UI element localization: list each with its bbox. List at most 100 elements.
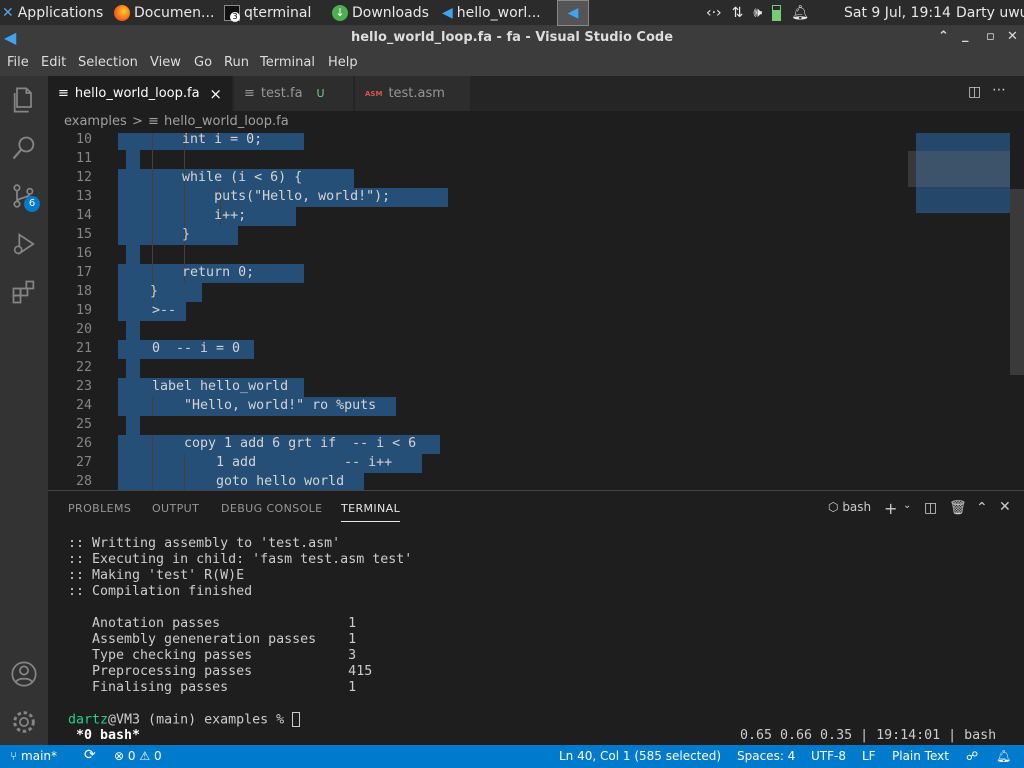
search-icon[interactable] [10,134,38,162]
taskbar-vscode-active[interactable]: ◀ [557,0,589,26]
window-titlebar: ◀ hello_world_loop.fa - fa - Visual Stud… [0,26,1024,50]
notifications-bell-icon[interactable]: 🔔︎ [996,749,1011,763]
cursor-position[interactable]: Ln 40, Col 1 (585 selected) [559,749,721,763]
firefox-icon [114,5,130,21]
close-tab-icon[interactable]: × [209,85,222,103]
code-line: 25 [48,416,908,435]
tab-hello-world-loop[interactable]: ≡ hello_world_loop.fa × [48,76,233,111]
window-close-icon[interactable]: ✕ [1007,29,1018,44]
end-of-line[interactable]: LF [862,749,876,763]
code-line: 15 } [48,226,908,245]
panel-tab-output[interactable]: OUTPUT [152,502,199,515]
language-mode[interactable]: Plain Text [892,749,949,763]
menu-run[interactable]: Run [224,55,249,70]
notification-bell-icon[interactable]: 🔔︎ [791,5,809,21]
terminal-line: Preprocessing passes 415 [76,664,373,679]
panel-tab-terminal[interactable]: TERMINAL [341,502,401,522]
minimap[interactable] [908,133,1010,213]
code-editor[interactable]: 10 int i = 0; 11 12 while (i < 6) { 13 p… [48,133,1024,490]
source-control-button[interactable]: 6 [10,182,40,212]
git-branch[interactable]: ⑂ main* [10,749,57,763]
panel-tab-debug-console[interactable]: DEBUG CONSOLE [221,502,323,515]
terminal-line: :: Making 'test' R(W)E [68,568,245,583]
menu-go[interactable]: Go [194,55,212,70]
split-terminal-icon[interactable]: ◫ [924,500,937,516]
new-terminal-icon[interactable]: + [884,499,897,518]
tab-label: test.fa [260,86,303,101]
split-editor-icon[interactable]: ◫ [968,84,981,100]
status-bar: ⑂ main* ⟳ ⊗ 0 ⚠ 0 Ln 40, Col 1 (585 sele… [0,745,1024,768]
minimap-viewport[interactable] [908,151,1010,187]
user-name[interactable]: Darty uwu [956,0,1024,26]
terminal-icon: 3 [224,5,240,22]
error-icon: ⊗ [114,749,125,763]
extensions-icon[interactable] [10,278,38,306]
transfer-icon[interactable]: ⇅ [732,5,744,21]
download-icon: ↓ [332,5,348,21]
window-minimize-icon[interactable]: _ [962,28,969,43]
terminal-shell-selector[interactable]: ⬡ bash [828,500,871,514]
maximize-panel-icon[interactable]: ⌃ [976,500,988,516]
breadcrumb-folder[interactable]: examples [64,114,127,129]
terminal-cursor [292,712,301,727]
prompt-user: dartz [68,712,109,728]
settings-gear-icon[interactable] [10,708,38,736]
network-icon[interactable]: ‹·› [706,5,722,21]
taskbar-vscode[interactable]: ◀ hello_worl... [442,0,552,26]
chevron-down-icon[interactable]: ⌄ [903,500,911,511]
vertical-scrollbar[interactable] [1010,189,1024,375]
code-line: 28 goto hello world [48,473,908,490]
menu-selection[interactable]: Selection [78,55,138,70]
menu-file[interactable]: File [7,55,29,70]
tab-test-asm[interactable]: ASM test.asm [355,76,471,111]
sync-icon[interactable]: ⟳ [84,747,96,763]
feedback-icon[interactable]: ☍ [966,749,978,763]
battery-icon[interactable] [772,5,782,21]
clock[interactable]: Sat 9 Jul, 19:14 [844,0,951,26]
menu-edit[interactable]: Edit [41,55,66,70]
tab-test-fa[interactable]: ≡ test.fa U [234,76,354,111]
code-line: 21 0 -- i = 0 [48,340,908,359]
more-actions-icon[interactable]: ⋯ [992,82,1006,98]
taskbar-downloads[interactable]: ↓ Downloads [332,0,437,26]
terminal-prompt[interactable]: dartz@VM3 (main) examples % [68,712,301,728]
panel-tab-problems[interactable]: PROBLEMS [68,502,131,515]
untracked-badge: U [316,87,325,100]
window-title: hello_world_loop.fa - fa - Visual Studio… [350,30,674,45]
explorer-icon[interactable] [10,86,38,114]
menu-view[interactable]: View [150,55,181,70]
activity-bar: 6 [0,76,48,745]
indentation[interactable]: Spaces: 4 [737,749,795,763]
code-line: 11 [48,150,908,169]
file-lines-icon: ≡ [58,86,69,101]
file-lines-icon: ≡ [244,86,255,101]
trash-icon[interactable]: 🗑︎ [949,500,967,516]
code-line: 13 puts("Hello, world!"); [48,188,908,207]
close-panel-icon[interactable]: ✕ [999,499,1011,515]
code-line: 26 copy 1 add 6 grt if -- i < 6 [48,435,908,454]
breadcrumb-file[interactable]: hello_world_loop.fa [164,114,289,129]
taskbar-qterminal[interactable]: 3 qterminal [224,0,324,26]
bottom-panel: PROBLEMS OUTPUT DEBUG CONSOLE TERMINAL ⬡… [48,490,1024,745]
vscode-icon: ◀ [567,5,579,21]
asm-file-icon: ASM [365,89,383,98]
selection-highlight [126,416,140,435]
run-debug-icon[interactable] [10,230,38,258]
volume-icon[interactable]: 🕪 [753,5,762,21]
account-icon[interactable] [10,660,38,688]
window-maximize-up-icon[interactable]: ⌃ [938,29,949,44]
menu-bar: File Edit Selection View Go Run Terminal… [0,50,1024,76]
problems-summary[interactable]: ⊗ 0 ⚠ 0 [114,749,162,763]
encoding[interactable]: UTF-8 [811,749,846,763]
xfce-logo-icon: ✕ [2,5,14,21]
applications-menu[interactable]: ✕ Applications [2,0,110,26]
code-line: 10 int i = 0; [48,133,908,150]
window-restore-icon[interactable]: ▫ [986,29,995,44]
tab-label: test.asm [388,86,445,101]
menu-terminal[interactable]: Terminal [260,55,315,70]
menu-help[interactable]: Help [328,55,358,70]
taskbar-firefox[interactable]: Documen... [114,0,219,26]
file-lines-icon: ≡ [148,114,159,129]
os-taskbar: ✕ Applications Documen... 3 qterminal ↓ … [0,0,1024,26]
vscode-icon: ◀ [442,5,453,21]
